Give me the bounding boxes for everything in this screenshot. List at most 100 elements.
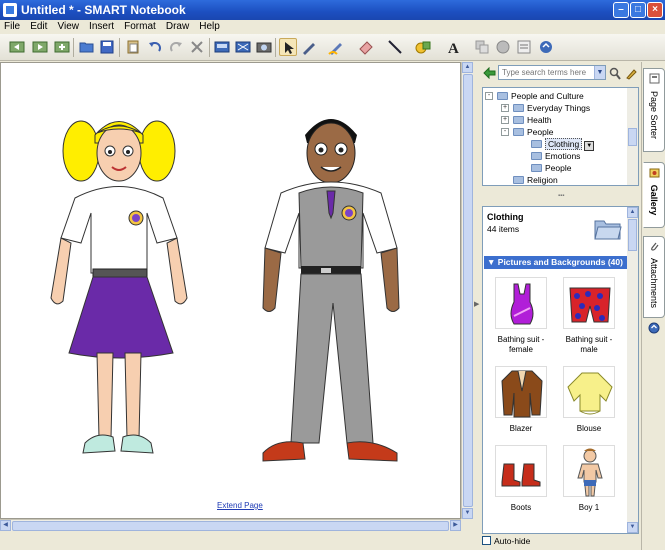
open-file-icon[interactable] [78, 38, 96, 56]
collapse-panel-icon[interactable]: ▶ [474, 300, 479, 308]
gallery-panel: ▼ -People and Culture +Everyday Things +… [480, 62, 641, 550]
canvas-horizontal-scrollbar[interactable]: ◀ ▶ [0, 519, 461, 531]
gallery-content[interactable]: Clothing 44 items ▼ Pictures and Backgro… [482, 206, 639, 534]
section-header-pictures[interactable]: ▼ Pictures and Backgrounds (40) [484, 256, 628, 269]
auto-hide-checkbox[interactable]: Auto-hide [482, 536, 530, 546]
full-screen-icon[interactable] [234, 38, 252, 56]
canvas-vertical-scroll-thumb[interactable] [463, 74, 473, 507]
extend-page-link[interactable]: Extend Page [217, 501, 263, 510]
girl-clipart[interactable] [50, 120, 188, 454]
tree-item-selected[interactable]: Clothing ▼ [531, 138, 595, 151]
panel-splitter[interactable]: ▶ [473, 62, 480, 550]
gallery-item[interactable]: Bathing suit - female [491, 277, 551, 355]
tab-gallery[interactable]: Gallery [643, 162, 665, 228]
item-menu-icon[interactable]: ▼ [584, 141, 595, 151]
select-pointer-icon[interactable] [279, 38, 297, 56]
checkbox-icon[interactable] [482, 536, 491, 545]
text-icon[interactable]: A [444, 38, 462, 57]
pen-icon[interactable] [300, 38, 318, 56]
gallery-search-row: ▼ [480, 62, 641, 86]
menu-insert[interactable]: Insert [86, 20, 117, 34]
expand-icon[interactable]: + [501, 104, 509, 112]
tab-attachments[interactable]: Attachments [643, 236, 665, 318]
group-icon[interactable] [473, 38, 491, 56]
search-dropdown-icon[interactable]: ▼ [594, 66, 605, 79]
close-button[interactable]: × [647, 2, 663, 18]
folder-icon [497, 92, 508, 100]
gallery-item[interactable]: Boy 1 [559, 445, 619, 513]
canvas-vertical-scrollbar[interactable]: ▲ ▼ [461, 62, 473, 519]
add-page-icon[interactable] [53, 38, 71, 56]
side-tab-bar: Page Sorter Gallery Attachments [641, 62, 665, 550]
gallery-item-label: Blazer [509, 424, 533, 433]
folder-icon [531, 152, 542, 160]
scroll-up-icon[interactable]: ▲ [462, 62, 473, 73]
minimize-button[interactable]: – [613, 2, 629, 18]
splitter-grip-icon: ▪▪▪ [558, 193, 565, 199]
gallery-scrollbar[interactable]: ▲ ▼ [627, 207, 638, 533]
canvas-horizontal-scroll-thumb[interactable] [12, 521, 449, 531]
undo-icon[interactable] [146, 38, 164, 56]
shapes-icon[interactable] [414, 38, 432, 56]
tree-item[interactable]: - People [501, 126, 553, 138]
clipart-characters[interactable] [1, 63, 461, 519]
tree-scrollbar[interactable] [627, 88, 638, 185]
tree-item[interactable]: Religion [513, 174, 558, 185]
boots-icon [501, 463, 541, 487]
expand-icon[interactable]: + [501, 116, 509, 124]
gallery-item-label: Blouse [576, 424, 602, 433]
scroll-down-icon[interactable]: ▼ [462, 508, 473, 519]
notebook-page[interactable]: Extend Page [0, 62, 461, 519]
collapse-icon[interactable]: - [501, 128, 509, 136]
properties-icon[interactable] [515, 38, 533, 56]
tree-item[interactable]: People [531, 162, 571, 174]
menu-help[interactable]: Help [196, 20, 223, 34]
gallery-item[interactable]: Boots [491, 445, 551, 513]
menu-file[interactable]: File [1, 20, 23, 34]
scroll-down-icon[interactable]: ▼ [627, 522, 638, 533]
previous-page-icon[interactable] [8, 38, 26, 56]
boy-clipart[interactable] [262, 119, 400, 462]
menu-format[interactable]: Format [121, 20, 159, 34]
tree-item[interactable]: + Health [501, 114, 552, 126]
back-arrow-icon[interactable] [483, 67, 496, 79]
menu-draw[interactable]: Draw [163, 20, 192, 34]
gallery-item-label: Boots [510, 503, 532, 512]
scroll-up-icon[interactable]: ▲ [627, 207, 638, 218]
tree-gallery-splitter[interactable]: ▪▪▪ [482, 193, 639, 202]
tree-item[interactable]: + Everyday Things [501, 102, 590, 114]
menu-view[interactable]: View [54, 20, 82, 34]
gallery-item[interactable]: Bathing suit - male [559, 277, 619, 355]
eraser-icon[interactable] [357, 38, 375, 56]
scroll-right-icon[interactable]: ▶ [450, 520, 461, 531]
maximize-button[interactable]: □ [630, 2, 646, 18]
save-icon[interactable] [98, 38, 116, 56]
fill-icon[interactable] [494, 38, 512, 56]
next-page-icon[interactable] [31, 38, 49, 56]
gallery-item[interactable]: Blouse [559, 366, 619, 434]
collapse-icon[interactable]: - [485, 92, 493, 100]
search-icon[interactable] [609, 67, 621, 80]
tree-item[interactable]: - People and Culture [485, 90, 584, 102]
properties-tab-icon[interactable] [648, 322, 660, 334]
show-hide-screen-shade-icon[interactable] [213, 38, 231, 56]
menu-edit[interactable]: Edit [27, 20, 50, 34]
tree-item[interactable]: Emotions [531, 150, 580, 162]
capture-icon[interactable] [255, 38, 273, 56]
collection-name: Clothing [487, 212, 524, 222]
more-options-icon[interactable] [537, 38, 555, 56]
gallery-search-input[interactable] [498, 65, 606, 80]
creative-pen-icon[interactable] [327, 38, 345, 56]
app-icon [3, 3, 17, 17]
tree-scroll-thumb[interactable] [628, 128, 637, 146]
delete-icon[interactable] [188, 38, 206, 56]
gallery-tools-icon[interactable] [625, 67, 637, 80]
paste-icon[interactable] [124, 38, 142, 56]
gallery-scroll-thumb[interactable] [628, 219, 637, 251]
redo-icon[interactable] [167, 38, 185, 56]
gallery-category-tree[interactable]: - People and Culture + Everyday Things + He… [482, 87, 639, 186]
scroll-left-icon[interactable]: ◀ [0, 520, 11, 531]
gallery-item[interactable]: Blazer [491, 366, 551, 434]
line-icon[interactable] [386, 38, 404, 56]
tab-page-sorter[interactable]: Page Sorter [643, 68, 665, 152]
